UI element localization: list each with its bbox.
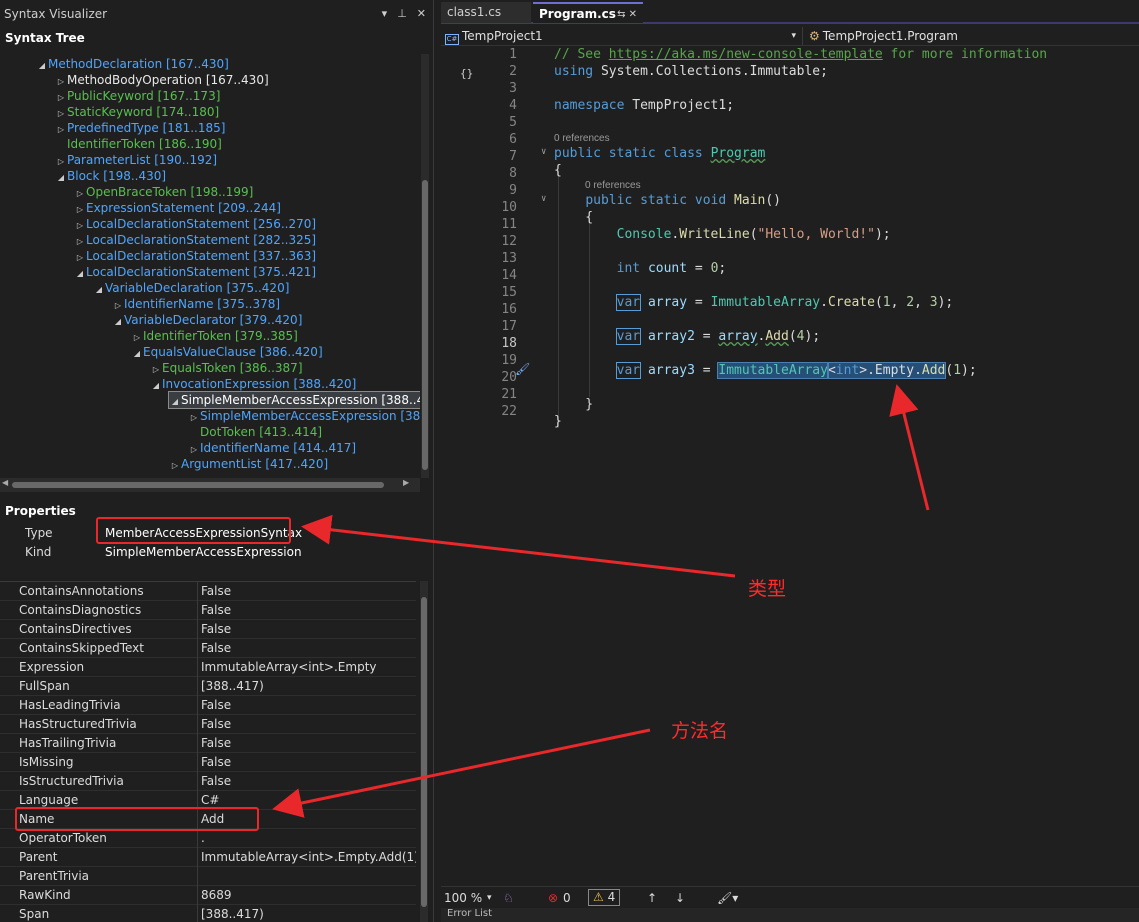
type-arrow — [301, 514, 736, 578]
name-arrow — [272, 728, 651, 818]
code-arrow — [889, 384, 930, 511]
annotation-arrows — [272, 384, 930, 818]
